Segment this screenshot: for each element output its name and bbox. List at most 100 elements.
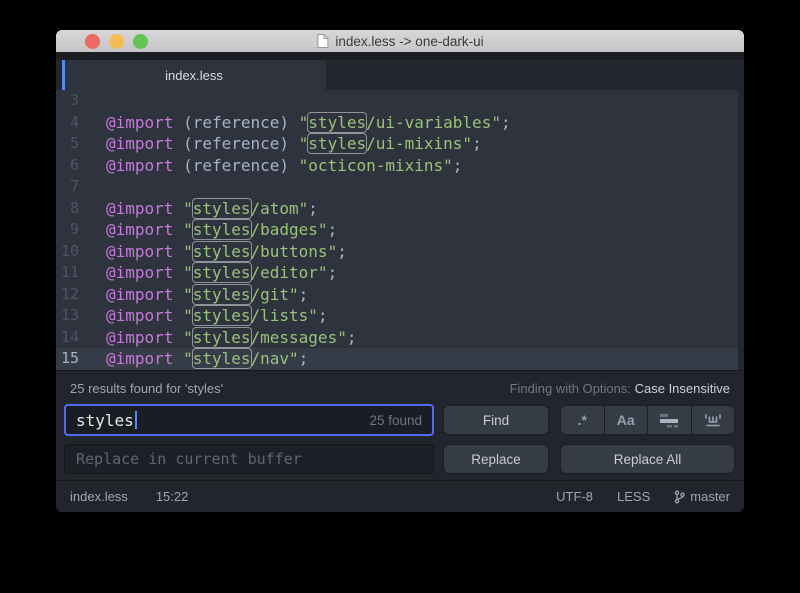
app-window: index.less -> one-dark-ui index.less 34@… (56, 30, 744, 512)
line-number: 6 (56, 155, 79, 177)
tab-bar: index.less (56, 60, 744, 90)
code-line[interactable]: 11@import "styles/editor"; (56, 262, 738, 284)
code-token: (reference) (183, 134, 299, 153)
code-token: (reference) (183, 156, 299, 175)
replace-input-placeholder: Replace in current buffer (76, 450, 302, 468)
code-token: @import (106, 349, 183, 368)
document-icon (316, 33, 329, 49)
status-git-branch[interactable]: master (674, 489, 730, 504)
code-line[interactable]: 5@import (reference) "styles/ui-mixins"; (56, 133, 738, 155)
finding-options-label: Finding with Options: (510, 381, 631, 396)
search-match-highlight: styles (193, 328, 251, 347)
find-input[interactable]: styles 25 found (64, 404, 434, 436)
code-token: @import (106, 199, 183, 218)
code-token: ; (472, 134, 482, 153)
find-input-value: styles (76, 411, 134, 430)
code-line[interactable]: 12@import "styles/git"; (56, 284, 738, 306)
active-tab-accent (62, 60, 65, 90)
code-text: @import (reference) "styles/ui-variables… (106, 112, 511, 134)
find-and-replace-panel: 25 results found for 'styles' Finding wi… (56, 370, 744, 480)
code-text: @import (reference) "styles/ui-mixins"; (106, 133, 482, 155)
close-window-button[interactable] (85, 34, 100, 49)
replace-all-button[interactable]: Replace All (560, 444, 735, 474)
code-line[interactable]: 8@import "styles/atom"; (56, 198, 738, 220)
code-token: /editor" (251, 263, 328, 282)
code-token: /badges" (251, 220, 328, 239)
code-token: /atom" (251, 199, 309, 218)
selection-option-button[interactable] (647, 406, 691, 434)
status-grammar[interactable]: LESS (617, 489, 650, 504)
code-token: /nav" (251, 349, 299, 368)
code-token: " (183, 306, 193, 325)
code-line[interactable]: 4@import (reference) "styles/ui-variable… (56, 112, 738, 134)
finding-options-summary: Finding with Options: Case Insensitive (510, 381, 730, 396)
code-line[interactable]: 13@import "styles/lists"; (56, 305, 738, 327)
code-token: /buttons" (251, 242, 338, 261)
code-line[interactable]: 14@import "styles/messages"; (56, 327, 738, 349)
code-line[interactable]: 7 (56, 176, 738, 198)
code-token: ; (453, 156, 463, 175)
editor[interactable]: 34@import (reference) "styles/ui-variabl… (56, 90, 744, 370)
status-encoding[interactable]: UTF-8 (556, 489, 593, 504)
code-token: ; (328, 220, 338, 239)
finding-options-value: Case Insensitive (635, 381, 730, 396)
code-token: " (183, 285, 193, 304)
code-token: " (299, 113, 309, 132)
whole-word-icon (703, 413, 723, 428)
code-token: ; (299, 285, 309, 304)
window-title: index.less -> one-dark-ui (335, 34, 483, 49)
code-token: ; (501, 113, 511, 132)
replace-input[interactable]: Replace in current buffer (64, 444, 434, 474)
code-text: @import "styles/badges"; (106, 219, 337, 241)
code-text: @import "styles/buttons"; (106, 241, 347, 263)
zoom-window-button[interactable] (133, 34, 148, 49)
code-token: /git" (251, 285, 299, 304)
code-text: @import "styles/git"; (106, 284, 308, 306)
code-text: @import (reference) "octicon-mixins"; (106, 155, 462, 177)
code-token: @import (106, 285, 183, 304)
status-branch-name: master (690, 489, 730, 504)
code-line[interactable]: 10@import "styles/buttons"; (56, 241, 738, 263)
search-match-highlight: styles (193, 306, 251, 325)
line-number: 9 (56, 219, 79, 241)
code-token: ; (318, 306, 328, 325)
code-token: (reference) (183, 113, 299, 132)
code-line[interactable]: 3 (56, 90, 738, 112)
text-cursor (135, 411, 137, 429)
code-token: @import (106, 263, 183, 282)
titlebar[interactable]: index.less -> one-dark-ui (56, 30, 744, 52)
code-token: " (183, 263, 193, 282)
line-number: 13 (56, 305, 79, 327)
search-match-highlight: styles (308, 134, 366, 153)
line-number: 14 (56, 327, 79, 349)
line-number: 15 (56, 348, 79, 370)
code-token: " (183, 242, 193, 261)
search-match-highlight: styles (193, 285, 251, 304)
code-token: ; (337, 242, 347, 261)
search-match-highlight: styles (193, 220, 251, 239)
code-line[interactable]: 6 @import (reference) "octicon-mixins"; (56, 155, 738, 177)
whole-word-option-button[interactable] (691, 406, 735, 434)
line-number: 8 (56, 198, 79, 220)
code-text: @import "styles/editor"; (106, 262, 337, 284)
code-area: 34@import (reference) "styles/ui-variabl… (56, 90, 738, 370)
status-file-name: index.less (70, 489, 128, 504)
code-token: ; (347, 328, 357, 347)
code-token: "octicon-mixins" (299, 156, 453, 175)
code-line[interactable]: 9 @import "styles/badges"; (56, 219, 738, 241)
replace-button[interactable]: Replace (443, 444, 549, 474)
code-token: /ui-mixins" (366, 134, 472, 153)
minimize-window-button[interactable] (109, 34, 124, 49)
case-option-button[interactable]: Aa (604, 406, 648, 434)
find-options-group: .* Aa (560, 405, 735, 435)
code-line[interactable]: 15@import "styles/nav"; (56, 348, 738, 370)
line-number: 7 (56, 176, 79, 198)
search-match-highlight: styles (193, 199, 251, 218)
tab-index-less[interactable]: index.less (62, 60, 326, 90)
find-button[interactable]: Find (443, 405, 549, 435)
status-cursor-position[interactable]: 15:22 (156, 489, 189, 504)
found-count-badge: 25 found (369, 413, 422, 428)
results-summary: 25 results found for 'styles' (70, 381, 223, 396)
code-token: @import (106, 242, 183, 261)
regex-option-button[interactable]: .* (561, 406, 604, 434)
